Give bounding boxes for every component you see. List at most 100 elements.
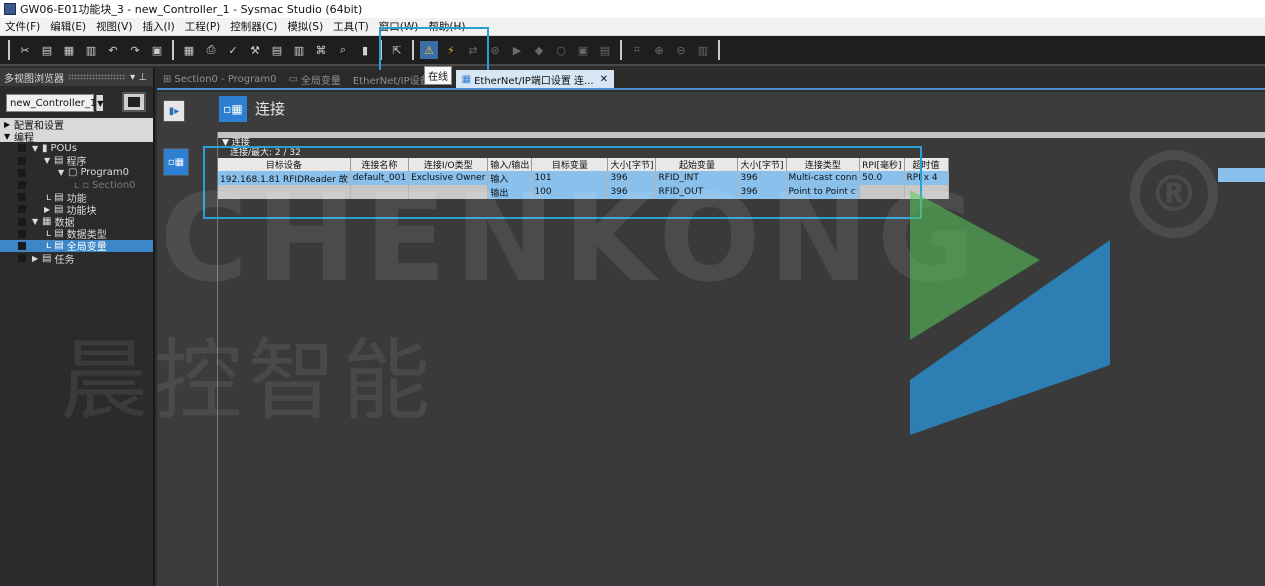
folder-icon: ▮ (42, 142, 48, 154)
data-type-icon: ʟ ▤ (46, 228, 64, 240)
tab-global-variables[interactable]: ▭ 全局变量 (282, 70, 346, 88)
toolbar: ✂ ▤ ▦ ▥ ↶ ↷ ▣ ▦ ⎙ ✓ ⚒ ▤ ▥ ⌘ ⌕ ▮ ⇱ ⚠ ⚡ ⇄ … (0, 36, 1265, 66)
collapse-icon[interactable]: ▼ (58, 168, 68, 177)
grid-icon[interactable]: ▦ (180, 41, 198, 59)
connection-heading-icon: ▫▦ (219, 96, 247, 122)
collapse-icon[interactable]: ▼ (4, 132, 14, 141)
print-icon[interactable]: ⎙ (202, 41, 220, 59)
controller-select-value: new_Controller_1 (10, 97, 97, 109)
build-icon[interactable]: ⚒ (246, 41, 264, 59)
tree-item-label: Section0 (92, 179, 136, 191)
tab-section0-program0[interactable]: ⊞ Section0 - Program0 (157, 70, 282, 88)
redo-icon[interactable]: ↷ (126, 41, 144, 59)
tree-item-programming[interactable]: ▼ 编程 (0, 130, 153, 144)
explorer-title: 多视图浏览器 (4, 73, 64, 85)
data-icon: ▦ (42, 216, 52, 228)
zoom-out-icon[interactable]: ⊖ (672, 41, 690, 59)
copy-icon[interactable]: ▤ (38, 41, 56, 59)
tree-marker (18, 241, 26, 250)
tree-item-tasks[interactable]: ▶ ▤ 任务 (0, 252, 153, 266)
app-icon (4, 3, 16, 15)
tree-item-function-blocks[interactable]: ▶ ▤ 功能块 (0, 203, 153, 217)
undo-icon[interactable]: ↶ (104, 41, 122, 59)
tree-item-label: Program0 (80, 167, 130, 179)
check-icon[interactable]: ✓ (224, 41, 242, 59)
cut-icon[interactable]: ✂ (16, 41, 34, 59)
run-icon[interactable]: ▣ (574, 41, 592, 59)
tree-marker (18, 144, 26, 153)
module-icon[interactable]: ▥ (290, 41, 308, 59)
function-icon: ʟ ▤ (46, 191, 64, 203)
force-icon[interactable]: ▶ (508, 41, 526, 59)
tree-item-global-variables[interactable]: ʟ ▤ 全局变量 (0, 239, 153, 253)
expand-icon[interactable]: ▶ (44, 205, 54, 214)
book-icon[interactable]: ▮ (356, 41, 374, 59)
set-icon[interactable]: ◆ (530, 41, 548, 59)
zoom-in-icon[interactable]: ⊕ (650, 41, 668, 59)
program-folder-icon: ▤ (54, 155, 64, 167)
tab-ethernetip-port-settings[interactable]: ▦ EtherNet/IP端口设置 连... ✕ (455, 70, 614, 88)
row-selection-band (1218, 168, 1265, 182)
pin-icon[interactable]: ▾ ⊥ (130, 72, 147, 83)
document-tabs: ⊞ Section0 - Program0 ▭ 全局变量 EtherNet/IP… (157, 70, 1265, 90)
collapse-icon[interactable]: ▼ (32, 144, 42, 153)
tab-label: Section0 - Program0 (174, 73, 277, 85)
tree-marker (18, 217, 26, 226)
explorer-grip (68, 74, 127, 80)
watermark-logo (910, 190, 1110, 435)
fit-icon[interactable]: ⌗ (628, 41, 646, 59)
menu-file[interactable]: 文件(F) (0, 19, 45, 34)
title-bar: GW06-E01功能块_3 - new_Controller_1 - Sysma… (0, 0, 1265, 18)
stop-icon[interactable]: ▤ (596, 41, 614, 59)
tree-marker (18, 205, 26, 214)
controller-select[interactable]: new_Controller_1 ▼ (6, 94, 104, 112)
watermark-registered-mark: ® (1130, 150, 1218, 238)
compile-icon[interactable]: ▤ (268, 41, 286, 59)
find-icon[interactable]: ⌕ (334, 41, 352, 59)
network-icon[interactable]: ⌘ (312, 41, 330, 59)
menu-edit[interactable]: 编辑(E) (45, 19, 91, 34)
menu-project[interactable]: 工程(P) (180, 19, 226, 34)
expand-icon[interactable]: ▶ (4, 120, 14, 129)
tree-marker (18, 181, 26, 190)
controller-icon[interactable] (122, 92, 146, 112)
tree-marker (18, 254, 26, 263)
device-icon[interactable]: ▮▸ (163, 100, 185, 122)
menu-insert[interactable]: 插入(I) (137, 19, 179, 34)
explorer-tree: ▶ 配置和设置 ▼ 编程 ▼ ▮ POUs ▼ ▤ 程序 ▼ ▢ Program… (0, 116, 153, 266)
menu-view[interactable]: 视图(V) (91, 19, 137, 34)
watermark-brand: CHENKONG (160, 170, 984, 309)
paste-icon[interactable]: ▦ (60, 41, 78, 59)
program-icon: ▢ (68, 167, 78, 179)
tree-marker (18, 168, 26, 177)
tab-label: EtherNet/IP端口设置 连... (474, 75, 594, 87)
toolbar-separator (8, 40, 10, 60)
toolbar-separator (620, 40, 622, 60)
variable-table-icon: ▭ (288, 73, 298, 85)
watermark-cn: 晨控智能 (60, 329, 437, 432)
toolbar-separator (172, 40, 174, 60)
collapse-icon[interactable]: ▼ (44, 156, 54, 165)
task-icon: ▤ (42, 252, 52, 264)
close-icon[interactable]: ✕ (600, 74, 608, 85)
tree-marker (18, 193, 26, 202)
expand-icon[interactable]: ▶ (32, 254, 42, 263)
simulate-icon[interactable]: ▥ (694, 41, 712, 59)
menu-simulation[interactable]: 模拟(S) (282, 19, 328, 34)
tab-label: 全局变量 (300, 75, 341, 87)
window-title: GW06-E01功能块_3 - new_Controller_1 - Sysma… (20, 3, 363, 16)
tree-item-programs[interactable]: ▼ ▤ 程序 (0, 155, 153, 168)
delete-icon[interactable]: ▥ (82, 41, 100, 59)
tree-marker (18, 229, 26, 238)
tree-marker (18, 156, 26, 165)
collapse-icon[interactable]: ▼ (32, 217, 42, 226)
chevron-down-icon[interactable]: ▼ (96, 95, 104, 111)
menu-tools[interactable]: 工具(T) (328, 19, 374, 34)
connection-tab-icon: ▦ (461, 73, 472, 85)
tree-item-program0[interactable]: ▼ ▢ Program0 (0, 167, 153, 179)
ladder-icon: ⊞ (163, 73, 172, 85)
save-icon[interactable]: ▣ (148, 41, 166, 59)
menu-controller[interactable]: 控制器(C) (225, 19, 282, 34)
menu-bar: 文件(F) 编辑(E) 视图(V) 插入(I) 工程(P) 控制器(C) 模拟(… (0, 18, 1265, 36)
reset-icon[interactable]: ○ (552, 41, 570, 59)
